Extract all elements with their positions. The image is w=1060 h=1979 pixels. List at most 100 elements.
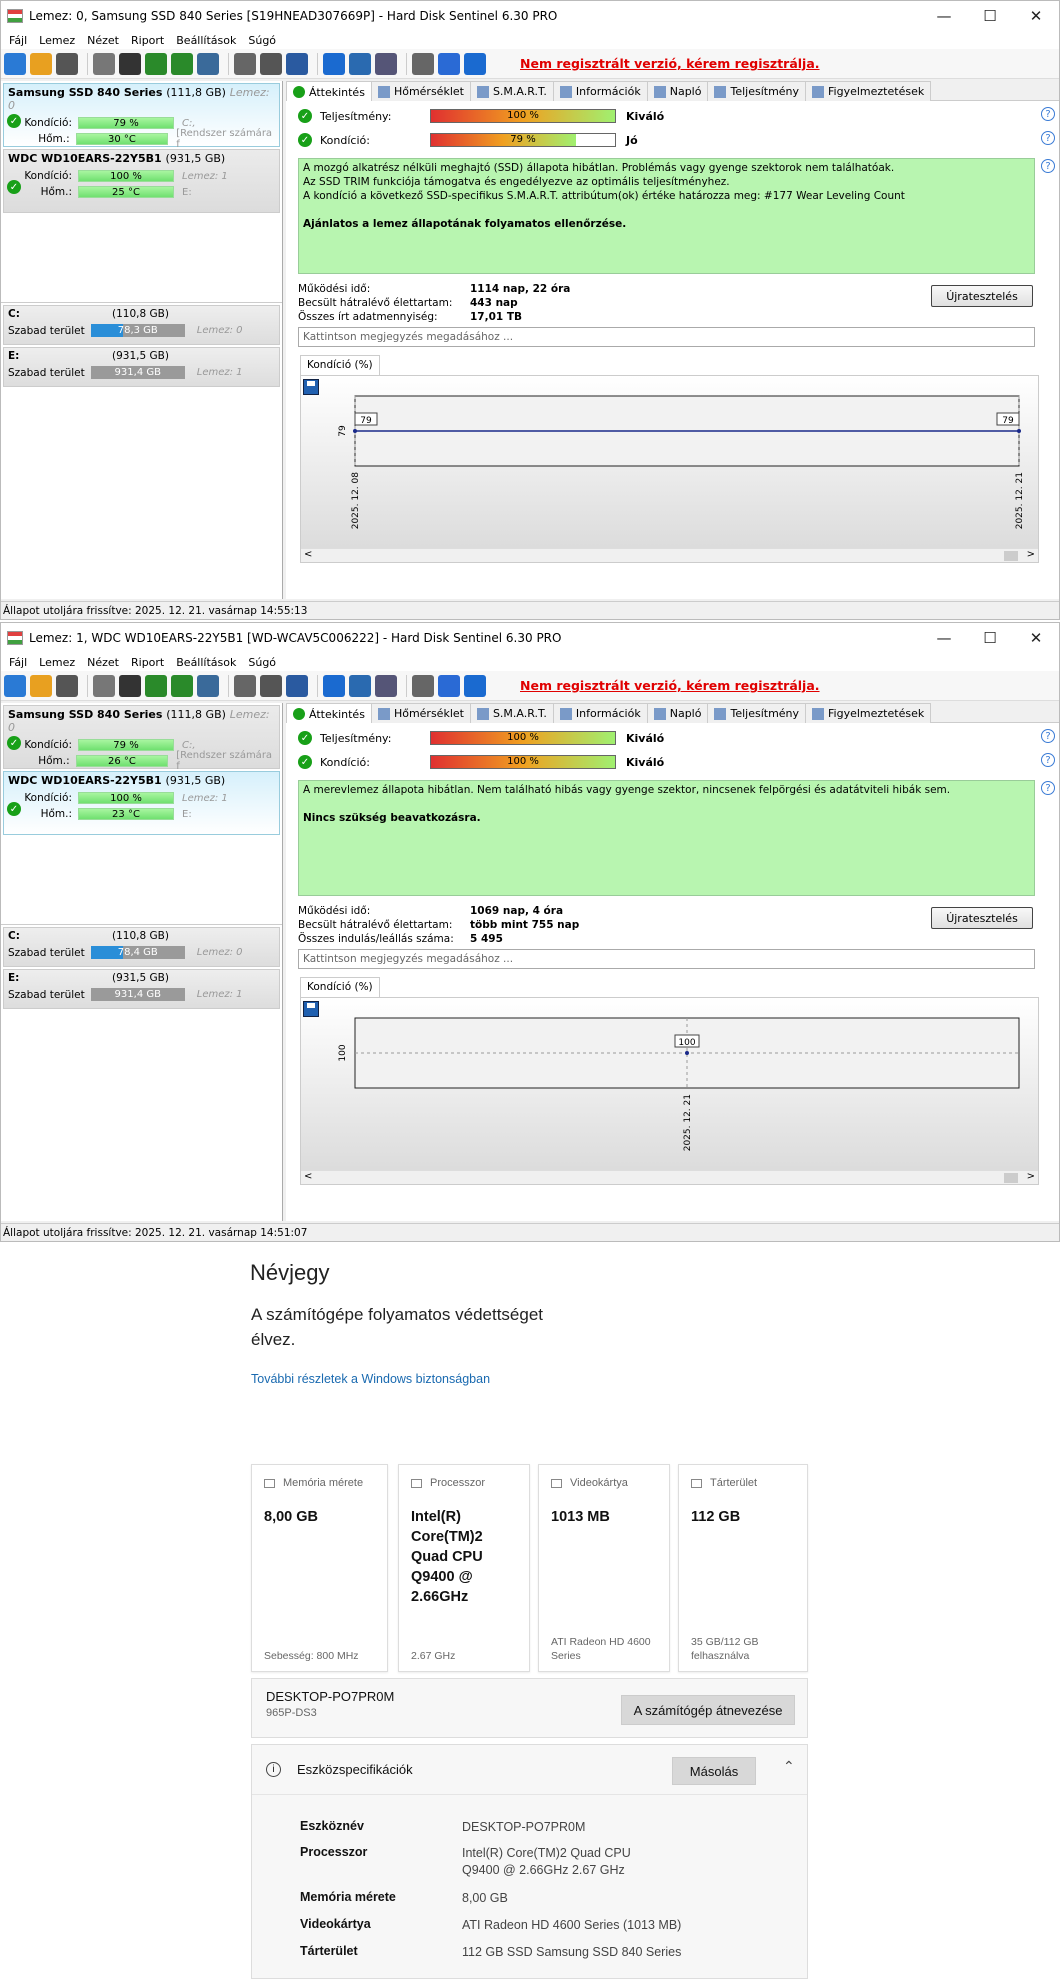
menu-item[interactable]: Beállítások <box>176 656 236 669</box>
scroll-left-icon[interactable]: < <box>304 1171 312 1182</box>
tab-4[interactable]: Napló <box>646 81 709 101</box>
chart-tab[interactable]: Kondíció (%) <box>300 977 380 997</box>
toolbar-button-icon[interactable] <box>145 674 167 697</box>
maximize-icon[interactable]: ☐ <box>967 1 1013 31</box>
tab-2[interactable]: S.M.A.R.T. <box>469 81 554 101</box>
toolbar-button-icon[interactable] <box>375 52 397 75</box>
menu-item[interactable]: Lemez <box>39 34 75 47</box>
toolbar-button-icon[interactable] <box>349 52 371 75</box>
chart-scrollbar[interactable]: < > <box>301 1170 1038 1184</box>
scroll-thumb[interactable] <box>1004 551 1018 561</box>
menu-item[interactable]: Lemez <box>39 656 75 669</box>
toolbar-button-icon[interactable] <box>464 674 486 697</box>
toolbar-button-icon[interactable] <box>349 674 371 697</box>
toolbar-button-icon[interactable] <box>171 52 193 75</box>
toolbar-button-icon[interactable] <box>464 52 486 75</box>
menu-item[interactable]: Fájl <box>9 656 27 669</box>
disk-item[interactable]: WDC WD10EARS-22Y5B1 (931,5 GB) ✓ Kondíció… <box>3 149 280 213</box>
tab-3[interactable]: Információk <box>552 81 648 101</box>
toolbar-button-icon[interactable] <box>234 674 256 697</box>
toolbar-button-icon[interactable] <box>438 674 460 697</box>
toolbar-button-icon[interactable] <box>56 674 78 697</box>
toolbar-button-icon[interactable] <box>171 674 193 697</box>
menu-item[interactable]: Nézet <box>87 34 119 47</box>
toolbar-button-icon[interactable] <box>412 52 434 75</box>
tab-4[interactable]: Napló <box>646 703 709 723</box>
menu-item[interactable]: Súgó <box>248 34 276 47</box>
toolbar-button-icon[interactable] <box>412 674 434 697</box>
scroll-left-icon[interactable]: < <box>304 549 312 560</box>
toolbar-button-icon[interactable] <box>323 52 345 75</box>
menu-item[interactable]: Fájl <box>9 34 27 47</box>
toolbar-button-icon[interactable] <box>4 674 26 697</box>
chart-tab[interactable]: Kondíció (%) <box>300 355 380 375</box>
toolbar-button-icon[interactable] <box>119 674 141 697</box>
help-icon[interactable]: ? <box>1041 781 1055 795</box>
note-input[interactable]: Kattintson megjegyzés megadásához ... <box>298 949 1035 969</box>
retest-button[interactable]: Újratesztelés <box>931 285 1033 307</box>
volume-item[interactable]: C: (110,8 GB) Szabad terület 78,4 GB Lemez: … <box>3 927 280 967</box>
toolbar-button-icon[interactable] <box>286 674 308 697</box>
volume-item[interactable]: E: (931,5 GB) Szabad terület 931,4 GB Lemez:… <box>3 347 280 387</box>
tab-2[interactable]: S.M.A.R.T. <box>469 703 554 723</box>
toolbar-button-icon[interactable] <box>234 52 256 75</box>
volume-item[interactable]: E: (931,5 GB) Szabad terület 931,4 GB Lemez:… <box>3 969 280 1009</box>
toolbar-button-icon[interactable] <box>4 52 26 75</box>
register-link[interactable]: Nem regisztrált verzió, kérem regisztrál… <box>520 678 820 693</box>
scroll-right-icon[interactable]: > <box>1027 1171 1035 1182</box>
toolbar-button-icon[interactable] <box>56 52 78 75</box>
toolbar-button-icon[interactable] <box>30 674 52 697</box>
security-details-link[interactable]: További részletek a Windows biztonságban <box>251 1372 490 1386</box>
tab-1[interactable]: Hőmérséklet <box>370 81 471 101</box>
tab-1[interactable]: Hőmérséklet <box>370 703 471 723</box>
toolbar-button-icon[interactable] <box>260 52 282 75</box>
toolbar-button-icon[interactable] <box>145 52 167 75</box>
disk-item[interactable]: WDC WD10EARS-22Y5B1 (931,5 GB) ✓ Kondíció… <box>3 771 280 835</box>
disk-item[interactable]: Samsung SSD 840 Series (111,8 GB) Lemez:… <box>3 83 280 150</box>
toolbar-button-icon[interactable] <box>197 52 219 75</box>
menu-item[interactable]: Riport <box>131 34 164 47</box>
chevron-up-icon[interactable]: ⌃ <box>783 1758 795 1775</box>
tab-0[interactable]: Áttekintés <box>286 81 372 102</box>
help-icon[interactable]: ? <box>1041 131 1055 145</box>
tab-0[interactable]: Áttekintés <box>286 703 372 724</box>
toolbar-button-icon[interactable] <box>197 674 219 697</box>
tab-3[interactable]: Információk <box>552 703 648 723</box>
menu-item[interactable]: Beállítások <box>176 34 236 47</box>
volume-item[interactable]: C: (110,8 GB) Szabad terület 78,3 GB Lemez: … <box>3 305 280 345</box>
scroll-thumb[interactable] <box>1004 1173 1018 1183</box>
retest-button[interactable]: Újratesztelés <box>931 907 1033 929</box>
close-icon[interactable]: ✕ <box>1013 1 1059 31</box>
spec-header[interactable]: i Eszközspecifikációk Másolás ⌃ <box>252 1745 807 1795</box>
toolbar-button-icon[interactable] <box>119 52 141 75</box>
toolbar-button-icon[interactable] <box>93 674 115 697</box>
help-icon[interactable]: ? <box>1041 159 1055 173</box>
toolbar-button-icon[interactable] <box>323 674 345 697</box>
note-input[interactable]: Kattintson megjegyzés megadásához ... <box>298 327 1035 347</box>
toolbar-button-icon[interactable] <box>438 52 460 75</box>
toolbar-button-icon[interactable] <box>375 674 397 697</box>
tab-5[interactable]: Teljesítmény <box>707 81 807 101</box>
disk-item[interactable]: Samsung SSD 840 Series (111,8 GB) Lemez:… <box>3 705 280 772</box>
tab-6[interactable]: Figyelmeztetések <box>805 81 932 101</box>
minimize-icon[interactable]: — <box>921 623 967 653</box>
menu-item[interactable]: Nézet <box>87 656 119 669</box>
minimize-icon[interactable]: — <box>921 1 967 31</box>
toolbar-button-icon[interactable] <box>260 674 282 697</box>
help-icon[interactable]: ? <box>1041 753 1055 767</box>
help-icon[interactable]: ? <box>1041 729 1055 743</box>
scroll-right-icon[interactable]: > <box>1027 549 1035 560</box>
rename-pc-button[interactable]: A számítógép átnevezése <box>621 1695 795 1725</box>
register-link[interactable]: Nem regisztrált verzió, kérem regisztrál… <box>520 56 820 71</box>
close-icon[interactable]: ✕ <box>1013 623 1059 653</box>
tab-6[interactable]: Figyelmeztetések <box>805 703 932 723</box>
toolbar-button-icon[interactable] <box>30 52 52 75</box>
toolbar-button-icon[interactable] <box>93 52 115 75</box>
tab-5[interactable]: Teljesítmény <box>707 703 807 723</box>
help-icon[interactable]: ? <box>1041 107 1055 121</box>
menu-item[interactable]: Riport <box>131 656 164 669</box>
chart-scrollbar[interactable]: < > <box>301 548 1038 562</box>
toolbar-button-icon[interactable] <box>286 52 308 75</box>
menu-item[interactable]: Súgó <box>248 656 276 669</box>
copy-button[interactable]: Másolás <box>672 1757 756 1785</box>
